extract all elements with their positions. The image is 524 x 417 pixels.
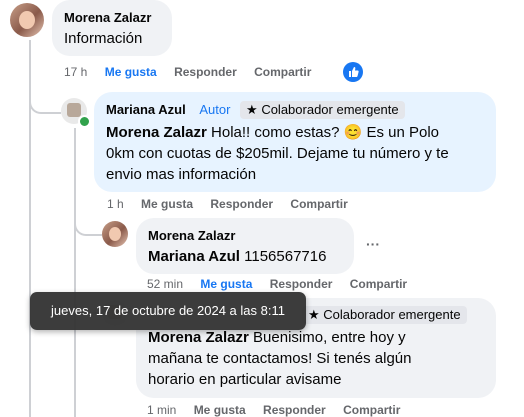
reply-button[interactable]: Responder (270, 277, 333, 291)
comment-text-line: Buenisimo, entre hoy y (248, 329, 406, 346)
mention-link[interactable]: Morena Zalazr (106, 124, 207, 141)
comment-actions: 17 h Me gusta Responder Compartir (64, 65, 325, 79)
more-options-icon[interactable]: ··· (366, 236, 380, 252)
comment-actions: 1 h Me gusta Responder Compartir (107, 197, 362, 211)
share-button[interactable]: Compartir (343, 403, 400, 417)
badge-label: Colaborador emergente (323, 307, 461, 322)
avatar[interactable] (102, 221, 128, 247)
comment-author[interactable]: Morena Zalazr (148, 228, 235, 243)
comment-text: Mariana Azul 1156567716 (148, 246, 326, 267)
thread-connector (29, 60, 61, 114)
comment-text-line: 0km con cuotas de $205mil. Dejame tu núm… (106, 145, 449, 162)
comment-timestamp[interactable]: 1 h (107, 197, 124, 211)
star-icon: ★ (308, 307, 320, 322)
comment-bubble: Morena Zalazr Mariana Azul 1156567716 (136, 218, 354, 274)
reply-button[interactable]: Responder (210, 197, 273, 211)
comment-text-line: mañana te contactamos! Si tenés algún (148, 350, 412, 367)
comment-timestamp[interactable]: 52 min (147, 277, 183, 291)
comment-bubble: Mariana Azul Autor ★ Colaborador emergen… (94, 92, 496, 192)
comment-text: Información (64, 30, 143, 47)
comment-author-row: ★ Colaborador emergente (296, 306, 467, 324)
comment-actions: 52 min Me gusta Responder Compartir (147, 277, 421, 291)
share-button[interactable]: Compartir (350, 277, 407, 291)
author-role: Autor (199, 102, 231, 117)
badge-label: Colaborador emergente (261, 102, 399, 117)
share-button[interactable]: Compartir (290, 197, 347, 211)
like-button[interactable]: Me gusta (200, 277, 252, 291)
comment-text-line: Hola!! como estas? 😊 Es un Polo (206, 124, 439, 141)
comment-timestamp[interactable]: 17 h (64, 65, 87, 79)
comment-author[interactable]: Morena Zalazr (64, 10, 151, 25)
like-button[interactable]: Me gusta (194, 403, 246, 417)
comment-actions: 1 min Me gusta Responder Compartir (147, 403, 414, 417)
share-button[interactable]: Compartir (254, 65, 311, 79)
contributor-badge: ★ Colaborador emergente (240, 101, 405, 119)
mention-link[interactable]: Mariana Azul (148, 248, 240, 265)
thread-connector (74, 190, 102, 236)
comment-text-line: 1156567716 (239, 248, 327, 265)
comment-timestamp[interactable]: 1 min (147, 403, 176, 417)
reply-button[interactable]: Responder (174, 65, 237, 79)
comment-text: Morena Zalazr Hola!! como estas? 😊 Es un… (106, 122, 449, 185)
timestamp-tooltip: jueves, 17 de octubre de 2024 a las 8:11 (30, 292, 306, 330)
comment-bubble: Morena Zalazr Información (52, 0, 172, 56)
mention-link[interactable]: Morena Zalazr (148, 329, 249, 346)
like-button[interactable]: Me gusta (141, 197, 193, 211)
like-button[interactable]: Me gusta (105, 65, 157, 79)
online-indicator (78, 115, 91, 128)
comment-text: Morena Zalazr Buenisimo, entre hoy y mañ… (148, 327, 412, 390)
star-icon: ★ (246, 102, 258, 117)
comment-text-line: envio mas información (106, 166, 257, 183)
comment-author[interactable]: Mariana Azul (106, 102, 186, 117)
reply-button[interactable]: Responder (263, 403, 326, 417)
comment-author-row: Mariana Azul Autor ★ Colaborador emergen… (106, 101, 405, 119)
contributor-badge: ★ Colaborador emergente (302, 306, 467, 324)
comment-text-line: horario en particular avisame (148, 371, 342, 388)
like-reaction-icon[interactable] (343, 62, 363, 82)
avatar[interactable] (10, 3, 44, 37)
